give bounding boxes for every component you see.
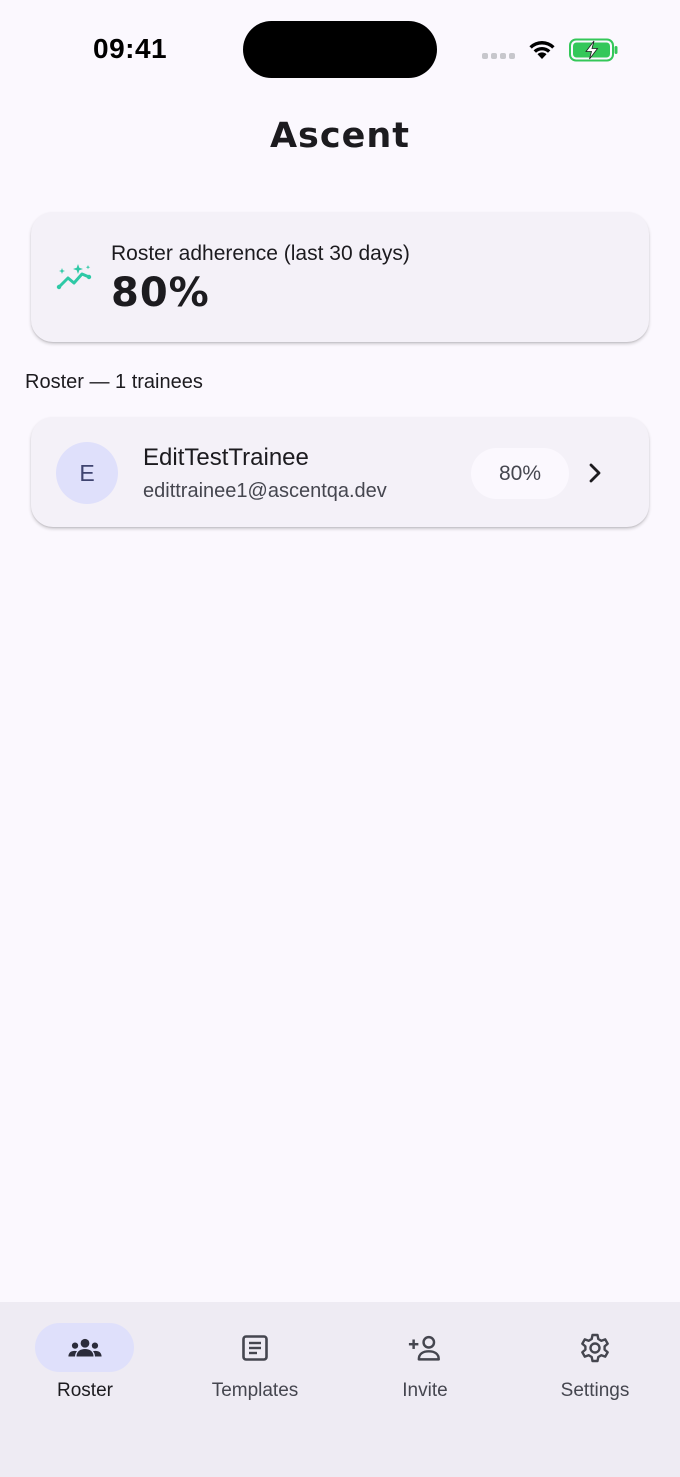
- bottom-navigation-bar: Roster Templates Invite Settings: [0, 1302, 680, 1477]
- nav-item-templates[interactable]: Templates: [170, 1302, 340, 1412]
- roster-section-label: Roster — 1 trainees: [25, 371, 203, 393]
- add-person-icon: [407, 1331, 443, 1365]
- battery-charging-icon: [569, 38, 618, 62]
- trainee-adherence-badge: 80%: [471, 448, 569, 499]
- gear-icon: [577, 1331, 613, 1365]
- nav-label-roster: Roster: [57, 1380, 113, 1401]
- adherence-summary-card: Roster adherence (last 30 days) 80%: [31, 212, 649, 342]
- dynamic-island: [243, 21, 437, 78]
- avatar: E: [56, 442, 118, 504]
- app-title: Ascent: [269, 116, 411, 156]
- status-time: 09:41: [93, 33, 168, 64]
- trend-sparkle-icon: [56, 264, 92, 290]
- trainee-email: edittrainee1@ascentqa.dev: [143, 480, 387, 502]
- cellular-signal-icon: [482, 53, 515, 59]
- nav-label-templates: Templates: [211, 1380, 299, 1401]
- document-icon: [237, 1331, 273, 1365]
- wifi-icon: [529, 41, 555, 59]
- nav-label-invite: Invite: [402, 1380, 448, 1401]
- nav-item-roster[interactable]: Roster: [0, 1302, 170, 1412]
- trainee-name: EditTestTrainee: [143, 444, 309, 471]
- nav-item-settings[interactable]: Settings: [510, 1302, 680, 1412]
- trainee-card[interactable]: E EditTestTrainee edittrainee1@ascentqa.…: [31, 417, 649, 527]
- nav-item-invite[interactable]: Invite: [340, 1302, 510, 1412]
- nav-label-settings: Settings: [560, 1380, 630, 1401]
- chevron-right-icon: [589, 463, 601, 483]
- adherence-value: 80%: [111, 270, 210, 316]
- adherence-label: Roster adherence (last 30 days): [111, 242, 410, 265]
- status-bar: 09:41: [0, 0, 680, 100]
- group-icon: [67, 1331, 103, 1365]
